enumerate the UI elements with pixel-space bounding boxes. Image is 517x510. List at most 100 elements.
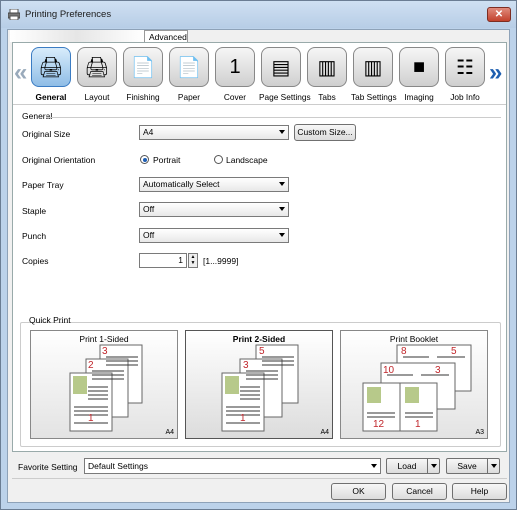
feature-paper[interactable]: 📄 Paper	[167, 47, 211, 102]
original-size-label: Original Size	[22, 129, 71, 139]
printer-icon	[8, 9, 20, 20]
feature-label: Cover	[223, 92, 247, 102]
punch-value: Off	[143, 230, 155, 240]
svg-text:5: 5	[451, 346, 457, 357]
feature-label: Finishing	[126, 92, 160, 102]
svg-text:3: 3	[435, 365, 441, 376]
quick-print-1-sided[interactable]: Print 1-Sided 3 2 1 A4	[30, 330, 178, 439]
job-info-icon: ☷	[445, 47, 485, 87]
staple-value: Off	[143, 204, 155, 214]
feature-tabs[interactable]: ▥ Tabs	[305, 47, 349, 102]
layout-icon: 🖨	[77, 47, 117, 87]
feature-tab-settings[interactable]: ▥ Tab Settings	[351, 47, 397, 102]
tabs-icon: ▥	[307, 47, 347, 87]
save-dropdown-icon[interactable]	[487, 459, 499, 473]
feature-label: Tabs	[318, 92, 336, 102]
printing-preferences-window: Printing Preferences ✕ Advanced « » 🖨 Ge…	[0, 0, 517, 510]
paper-size-label: A4	[320, 429, 329, 436]
copies-spinner[interactable]: ▲ ▼	[188, 253, 198, 268]
feature-page-settings[interactable]: ▤ Page Settings	[259, 47, 311, 102]
help-button[interactable]: Help	[452, 483, 507, 500]
cover-icon: 1	[215, 47, 255, 87]
general-icon: 🖨	[31, 47, 71, 87]
feature-label: Page Settings	[259, 92, 311, 102]
quick-print-booklet[interactable]: Print Booklet 8 5 10 3 12 1 A3	[340, 330, 488, 439]
svg-text:3: 3	[102, 346, 108, 357]
window-title: Printing Preferences	[25, 9, 112, 20]
scroll-left-arrow-icon[interactable]: «	[14, 59, 27, 87]
orientation-label: Original Orientation	[22, 155, 96, 165]
chevron-down-icon	[279, 233, 285, 237]
cancel-button[interactable]: Cancel	[392, 483, 447, 500]
close-icon: ✕	[494, 9, 504, 20]
section-title-general: General	[22, 111, 53, 121]
svg-text:1: 1	[88, 413, 94, 424]
copies-label: Copies	[22, 256, 49, 266]
portrait-radio[interactable]	[140, 155, 149, 164]
chevron-down-icon	[279, 207, 285, 211]
feature-cover[interactable]: 1 Cover	[213, 47, 257, 102]
feature-label: Imaging	[404, 92, 434, 102]
landscape-radio[interactable]	[214, 155, 223, 164]
feature-finishing[interactable]: 📄 Finishing	[121, 47, 165, 102]
original-size-value: A4	[143, 127, 154, 137]
feature-label: Layout	[84, 92, 110, 102]
punch-label: Punch	[22, 231, 47, 241]
load-dropdown-icon[interactable]	[427, 459, 439, 473]
paper-size-label: A3	[475, 429, 484, 436]
paper-tray-value: Automatically Select	[143, 179, 220, 189]
quick-print-title: Quick Print	[29, 315, 71, 325]
feature-label: Job Info	[450, 92, 480, 102]
page-settings-icon: ▤	[261, 47, 301, 87]
two-sided-pages-icon: 5 3 1	[221, 344, 299, 432]
imaging-icon: ■	[399, 47, 439, 87]
svg-text:2: 2	[88, 360, 94, 371]
booklet-pages-icon: 8 5 10 3 12 1	[362, 344, 472, 432]
load-label: Load	[397, 461, 417, 471]
load-button[interactable]: Load	[386, 458, 440, 474]
chevron-down-icon	[371, 464, 377, 468]
feature-label: Tab Settings	[351, 92, 397, 102]
custom-size-button[interactable]: Custom Size...	[294, 124, 356, 141]
svg-text:12: 12	[373, 419, 385, 430]
feature-layout[interactable]: 🖨 Layout	[75, 47, 119, 102]
staple-select[interactable]: Off	[139, 202, 289, 217]
save-button[interactable]: Save	[446, 458, 500, 474]
ok-button[interactable]: OK	[331, 483, 386, 500]
feature-label: Paper	[177, 92, 201, 102]
svg-text:10: 10	[383, 365, 395, 376]
quick-print-2-sided[interactable]: Print 2-Sided 5 3 1 A4	[185, 330, 333, 439]
svg-text:1: 1	[240, 413, 246, 424]
copies-input[interactable]: 1	[139, 253, 187, 268]
svg-text:1: 1	[415, 419, 421, 430]
divider	[12, 478, 507, 479]
feature-general[interactable]: 🖨 General	[29, 47, 73, 102]
paper-tray-label: Paper Tray	[22, 180, 64, 190]
tab-blurred[interactable]	[10, 30, 144, 42]
landscape-label: Landscape	[226, 155, 268, 165]
svg-text:5: 5	[259, 346, 265, 357]
paper-size-label: A4	[165, 429, 174, 436]
one-sided-pages-icon: 3 2 1	[69, 344, 143, 432]
title-bar[interactable]: Printing Preferences ✕	[1, 1, 516, 28]
portrait-label: Portrait	[153, 155, 181, 165]
svg-text:3: 3	[243, 360, 249, 371]
svg-text:8: 8	[401, 346, 407, 357]
tab-settings-icon: ▥	[353, 47, 393, 87]
chevron-down-icon	[279, 182, 285, 186]
favorite-setting-select[interactable]: Default Settings	[84, 458, 381, 474]
feature-label: General	[35, 92, 67, 102]
punch-select[interactable]: Off	[139, 228, 289, 243]
close-button[interactable]: ✕	[487, 7, 511, 22]
chevron-down-icon	[279, 130, 285, 134]
divider	[46, 117, 501, 118]
feature-imaging[interactable]: ■ Imaging	[397, 47, 441, 102]
save-label: Save	[457, 461, 477, 471]
favorite-setting-value: Default Settings	[88, 461, 149, 471]
paper-icon: 📄	[169, 47, 209, 87]
paper-tray-select[interactable]: Automatically Select	[139, 177, 289, 192]
scroll-right-arrow-icon[interactable]: »	[489, 59, 502, 87]
original-size-select[interactable]: A4	[139, 125, 289, 140]
feature-job-info[interactable]: ☷ Job Info	[443, 47, 487, 102]
finishing-icon: 📄	[123, 47, 163, 87]
